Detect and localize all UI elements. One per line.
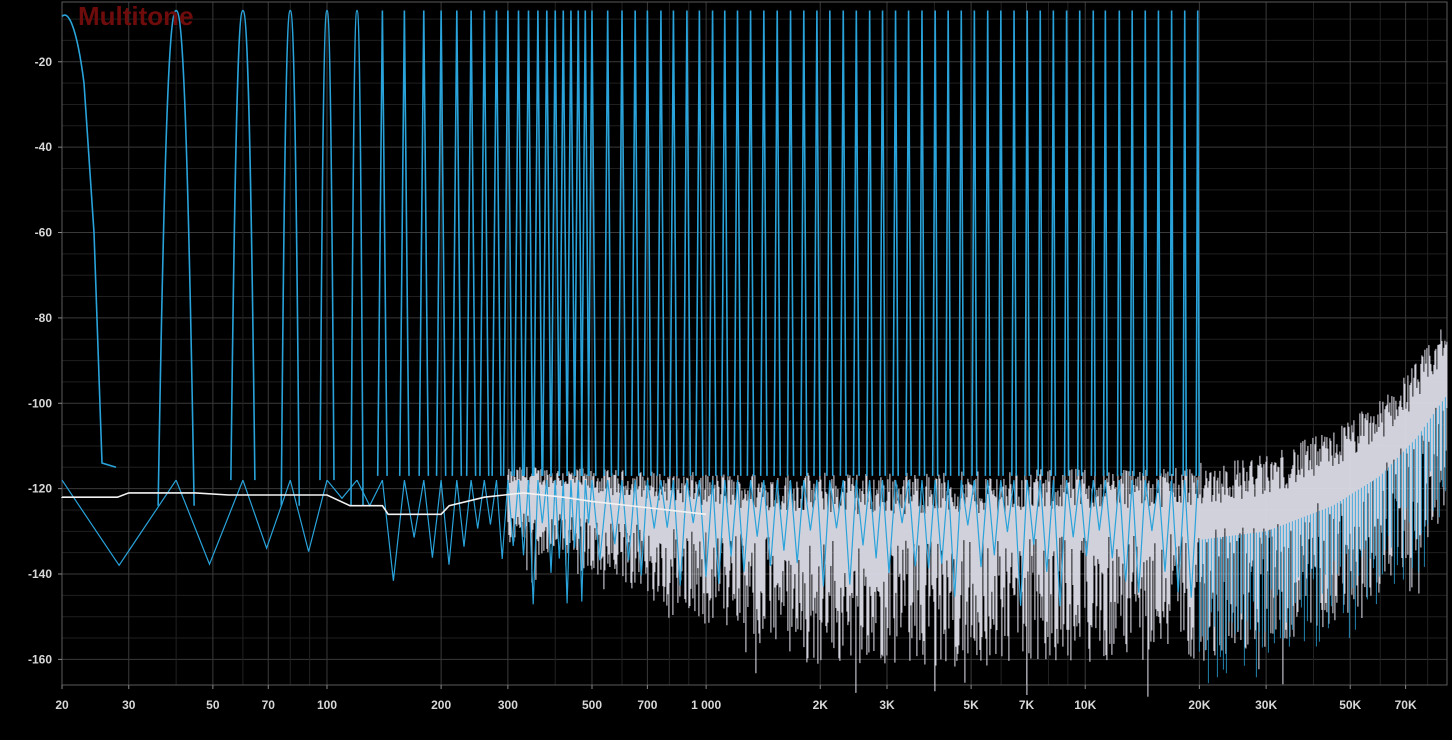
- x-tick-label: 50: [206, 698, 220, 712]
- y-tick-label: -120: [28, 482, 52, 496]
- y-tick-label: -100: [28, 396, 52, 410]
- x-tick-label: 20: [55, 698, 69, 712]
- x-tick-label: 200: [431, 698, 451, 712]
- chart-svg: 20 30 50 70 100 200 300 500 700 1 000 2K 3K 5K 7K 10K 2…: [0, 0, 1452, 740]
- x-tick-label: 30K: [1255, 698, 1277, 712]
- spectrum-chart: 20 30 50 70 100 200 300 500 700 1 000 2K 3K 5K 7K 10K 2…: [0, 0, 1452, 740]
- x-tick-label: 70K: [1395, 698, 1417, 712]
- x-tick-label: 2K: [813, 698, 829, 712]
- x-tick-label: 5K: [963, 698, 979, 712]
- y-tick-label: -80: [35, 311, 53, 325]
- x-tick-label: 7K: [1019, 698, 1035, 712]
- x-tick-label: 700: [637, 698, 657, 712]
- x-tick-label: 3K: [879, 698, 895, 712]
- chart-title: Multitone: [78, 1, 194, 31]
- y-tick-label: -20: [35, 55, 53, 69]
- x-tick-label: 500: [582, 698, 602, 712]
- y-tick-label: -140: [28, 567, 52, 581]
- x-tick-label: 10K: [1074, 698, 1096, 712]
- y-tick-label: -160: [28, 652, 52, 666]
- y-tick-label: -60: [35, 226, 53, 240]
- y-tick-label: -40: [35, 140, 53, 154]
- x-tick-label: 30: [122, 698, 136, 712]
- x-tick-label: 70: [262, 698, 276, 712]
- x-tick-label: 100: [317, 698, 337, 712]
- x-tick-label: 1 000: [691, 698, 721, 712]
- x-tick-label: 50K: [1339, 698, 1361, 712]
- x-tick-label: 300: [498, 698, 518, 712]
- x-tick-label: 20K: [1188, 698, 1210, 712]
